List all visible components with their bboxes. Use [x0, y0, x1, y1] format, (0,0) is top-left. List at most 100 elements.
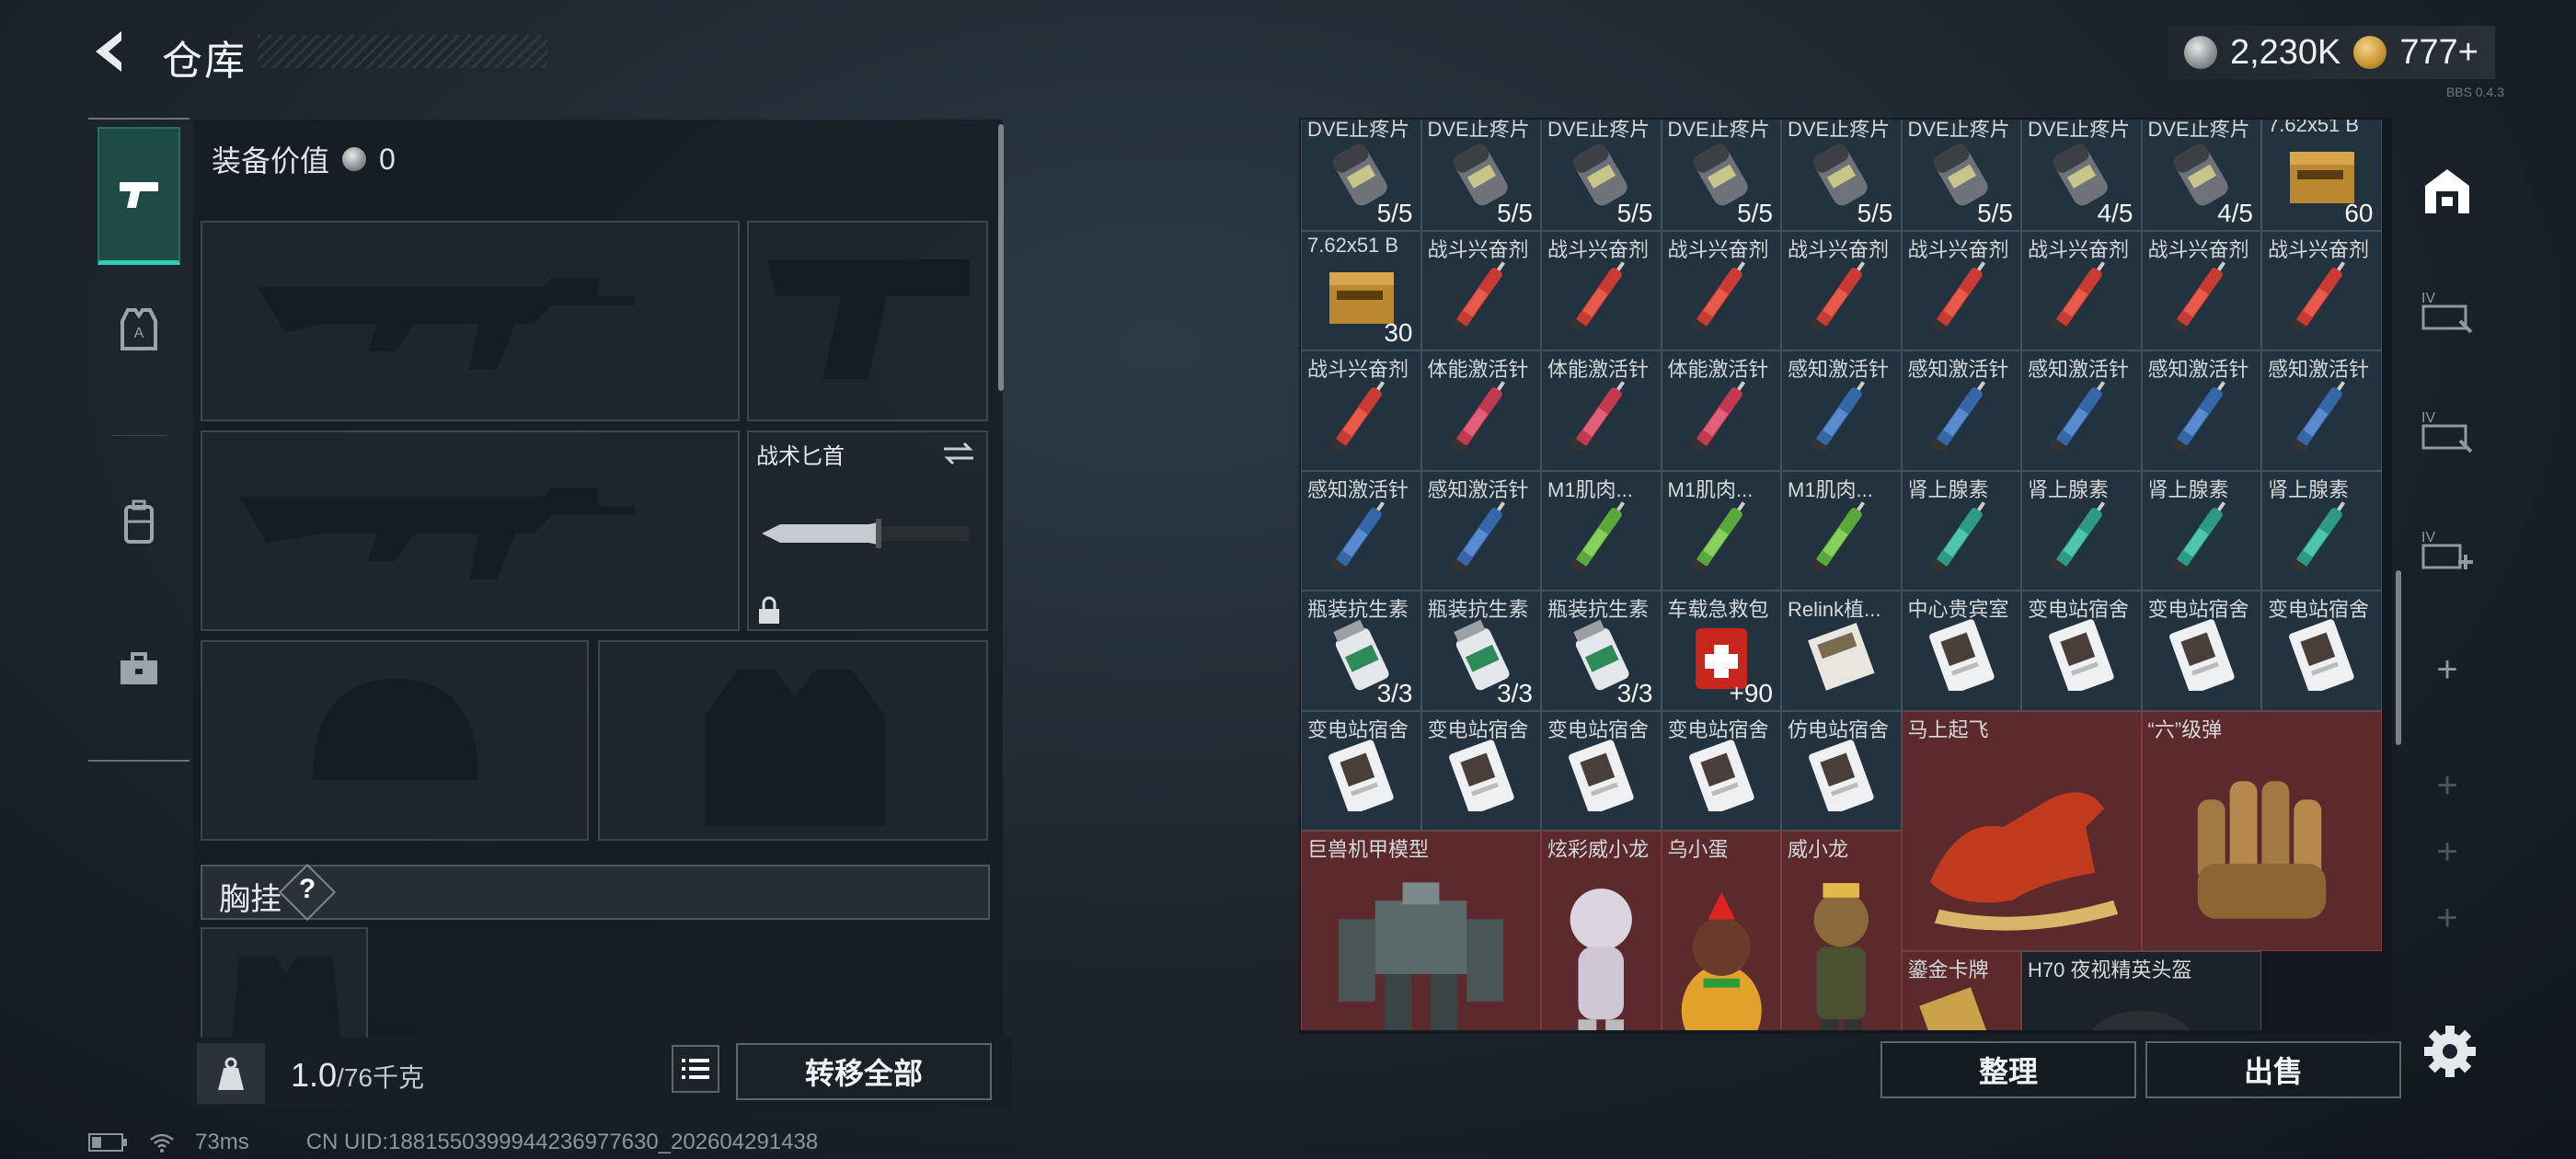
storage-item[interactable]: 战斗兴奋剂 — [1781, 230, 1902, 350]
storage-item[interactable]: 变电站宿舍 — [2261, 591, 2382, 711]
sort-button[interactable]: 整理 — [1880, 1041, 2136, 1098]
storage-item[interactable]: DVE止疼片 4/5 — [2141, 120, 2261, 231]
sell-button[interactable]: 出售 — [2145, 1041, 2401, 1098]
storage-item[interactable]: 战斗兴奋剂 — [1301, 350, 1421, 471]
equipment-scrollbar[interactable] — [998, 124, 1004, 391]
item-count: 5/5 — [1376, 198, 1413, 227]
storage-item[interactable]: 体能激活针 — [1661, 350, 1781, 471]
storage-item[interactable]: 乌小蛋 — [1661, 831, 1781, 1030]
storage-item[interactable]: 瓶装抗生素 3/3 — [1541, 591, 1662, 711]
filter-level-button-1[interactable]: IV — [2412, 276, 2482, 346]
storage-item[interactable]: DVE止疼片 5/5 — [1781, 120, 1902, 231]
item-name: 战斗兴奋剂 — [1547, 237, 1650, 261]
storage-item[interactable]: 战斗兴奋剂 — [1541, 230, 1662, 350]
add-tab-button[interactable]: + — [2412, 751, 2482, 820]
add-tab-button[interactable]: + — [2412, 817, 2482, 887]
storage-item[interactable]: M1肌肉... — [1661, 470, 1781, 591]
storage-item[interactable]: 巨兽机甲模型 — [1301, 831, 1541, 1030]
storage-item[interactable]: H70 夜视精英头盔 — [2021, 950, 2261, 1030]
storage-item[interactable]: “六”级弹 — [2141, 710, 2382, 951]
item-count: 3/3 — [1616, 678, 1653, 707]
storage-item[interactable]: 仿电站宿舍 — [1781, 710, 1902, 831]
storage-item[interactable]: 感知激活针 — [1301, 470, 1421, 591]
rail-divider — [88, 760, 190, 762]
storage-item[interactable]: 炫彩威小龙 — [1541, 831, 1662, 1030]
storage-item[interactable]: 变电站宿舍 — [1301, 710, 1421, 831]
card-icon — [1919, 619, 2004, 694]
storage-item[interactable]: 战斗兴奋剂 — [1661, 230, 1781, 350]
rail-weapons[interactable] — [98, 127, 180, 265]
storage-item[interactable]: 变电站宿舍 — [1661, 710, 1781, 831]
storage-item[interactable]: 肾上腺素 — [1901, 470, 2021, 591]
storage-item[interactable]: 战斗兴奋剂 — [1901, 230, 2021, 350]
filter-level-button-3[interactable]: IV — [2412, 515, 2482, 585]
settings-gear-icon[interactable] — [2420, 1021, 2480, 1082]
storage-item[interactable]: Relink植... — [1781, 591, 1902, 711]
storage-item[interactable]: 中心贵宾室 — [1901, 591, 2021, 711]
storage-item[interactable]: 感知激活针 — [1781, 350, 1902, 471]
storage-item[interactable]: 肾上腺素 — [2141, 470, 2261, 591]
storage-item[interactable]: DVE止疼片 5/5 — [1901, 120, 2021, 231]
transfer-all-button[interactable]: 转移全部 — [736, 1043, 992, 1100]
storage-item[interactable]: 战斗兴奋剂 — [1420, 230, 1541, 350]
body-armor-slot[interactable] — [598, 640, 988, 841]
storage-item[interactable]: 体能激活针 — [1541, 350, 1662, 471]
storage-item[interactable]: DVE止疼片 5/5 — [1420, 120, 1541, 231]
storage-item[interactable]: 变电站宿舍 — [1541, 710, 1662, 831]
helmet-slot[interactable] — [201, 640, 589, 841]
storage-item[interactable]: 威小龙 — [1781, 831, 1902, 1030]
item-name: M1肌肉... — [1788, 477, 1873, 501]
storage-item[interactable]: 鎏金卡牌 — [1901, 950, 2021, 1030]
swap-arrows-icon[interactable] — [940, 440, 977, 467]
storage-scrollbar[interactable] — [2396, 570, 2401, 745]
storage-item[interactable]: 感知激活针 — [1420, 470, 1541, 591]
warehouse-tab[interactable] — [2412, 156, 2482, 226]
storage-item[interactable]: 车载急救包 +90 — [1661, 591, 1781, 711]
storage-item[interactable]: 瓶装抗生素 3/3 — [1420, 591, 1541, 711]
rail-backpack[interactable] — [98, 467, 180, 578]
storage-item[interactable]: 变电站宿舍 — [1420, 710, 1541, 831]
storage-item[interactable]: 7.62x51 B 30 — [1301, 230, 1421, 350]
filter-level-button-2[interactable]: IV — [2412, 396, 2482, 465]
storage-item[interactable]: 肾上腺素 — [2261, 470, 2382, 591]
storage-item[interactable]: 肾上腺素 — [2021, 470, 2142, 591]
list-view-button[interactable] — [672, 1045, 719, 1093]
storage-item[interactable]: 战斗兴奋剂 — [2261, 230, 2382, 350]
storage-item[interactable]: 瓶装抗生素 3/3 — [1301, 591, 1421, 711]
rail-case[interactable] — [98, 614, 180, 725]
storage-item[interactable]: 7.62x51 B 60 — [2261, 120, 2382, 231]
storage-item[interactable]: 体能激活针 — [1420, 350, 1541, 471]
weight-icon — [197, 1043, 265, 1104]
pistol-slot[interactable] — [747, 221, 988, 421]
storage-item[interactable]: 感知激活针 — [2261, 350, 2382, 471]
svg-text:IV: IV — [2421, 530, 2435, 545]
melee-slot[interactable]: 战术匕首 — [747, 430, 988, 631]
storage-item[interactable]: 感知激活针 — [1901, 350, 2021, 471]
storage-item[interactable]: M1肌肉... — [1781, 470, 1902, 591]
syr-pink-icon — [1679, 379, 1764, 455]
storage-item[interactable]: 战斗兴奋剂 — [2021, 230, 2142, 350]
item-name: 变电站宿舍 — [1427, 717, 1529, 741]
storage-item[interactable]: M1肌肉... — [1541, 470, 1662, 591]
storage-item[interactable]: DVE止疼片 5/5 — [1541, 120, 1662, 231]
item-count: 5/5 — [1616, 198, 1653, 227]
item-name: 7.62x51 B — [2268, 120, 2360, 136]
storage-item[interactable]: 战斗兴奋剂 — [2141, 230, 2261, 350]
storage-item[interactable]: 感知激活针 — [2141, 350, 2261, 471]
storage-item[interactable]: DVE止疼片 5/5 — [1661, 120, 1781, 231]
add-tab-button[interactable]: + — [2412, 635, 2482, 705]
add-tab-button[interactable]: + — [2412, 883, 2482, 953]
storage-item[interactable]: DVE止疼片 5/5 — [1301, 120, 1421, 231]
back-arrow-icon[interactable] — [85, 26, 136, 77]
storage-item[interactable]: DVE止疼片 4/5 — [2021, 120, 2142, 231]
storage-item[interactable]: 变电站宿舍 — [2021, 591, 2142, 711]
item-name: 感知激活针 — [1427, 477, 1529, 501]
primary-weapon-slot[interactable] — [201, 221, 740, 421]
storage-item[interactable]: 马上起飞 — [1901, 710, 2142, 951]
gold-amount[interactable]: 777+ — [2399, 33, 2478, 73]
rail-armor[interactable]: A — [98, 274, 180, 384]
secondary-weapon-slot[interactable] — [201, 430, 740, 631]
storage-item[interactable]: 变电站宿舍 — [2141, 591, 2261, 711]
chest-rig-slot[interactable] — [201, 927, 368, 1039]
storage-item[interactable]: 感知激活针 — [2021, 350, 2142, 471]
